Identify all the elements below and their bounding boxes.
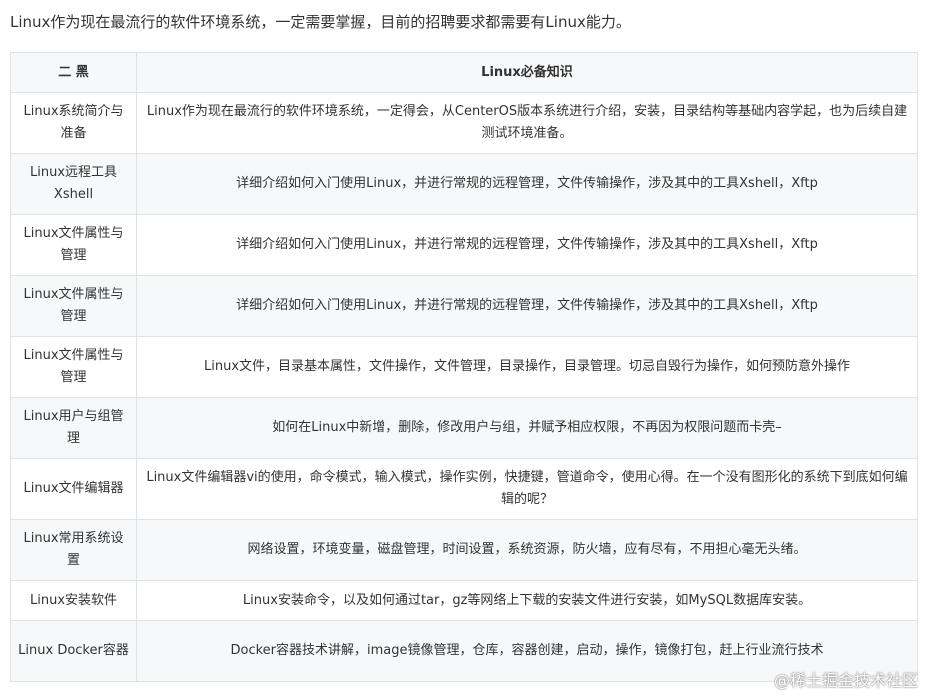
module-cell: Linux文件编辑器 xyxy=(10,458,137,520)
table-row: Linux常用系统设置 网络设置，环境变量，磁盘管理，时间设置，系统资源，防火墙… xyxy=(10,519,918,581)
table-row: Linux安装软件 Linux安装命令，以及如何通过tar，gz等网络上下载的安… xyxy=(10,580,918,621)
content-cell: Linux文件，目录基本属性，文件操作，文件管理，目录操作，目录管理。切忌自毁行… xyxy=(136,336,918,398)
module-cell: Linux系统简介与准备 xyxy=(10,92,137,154)
module-cell: Linux Docker容器 xyxy=(10,620,137,682)
content-cell: Linux作为现在最流行的软件环境系统，一定得会，从CenterOS版本系统进行… xyxy=(136,92,918,154)
module-cell: Linux文件属性与管理 xyxy=(10,336,137,398)
content-cell: 详细介绍如何入门使用Linux，并进行常规的远程管理，文件传输操作，涉及其中的工… xyxy=(136,214,918,276)
column-header-knowledge: Linux必备知识 xyxy=(136,52,918,93)
module-cell: Linux安装软件 xyxy=(10,580,137,621)
table-header-row: 二 黑 Linux必备知识 xyxy=(10,52,918,93)
content-cell: 如何在Linux中新增，删除，修改用户与组，并赋予相应权限，不再因为权限问题而卡… xyxy=(136,397,918,459)
linux-knowledge-table: 二 黑 Linux必备知识 Linux系统简介与准备 Linux作为现在最流行的… xyxy=(10,52,918,682)
table-row: Linux文件属性与管理 详细介绍如何入门使用Linux，并进行常规的远程管理，… xyxy=(10,275,918,337)
table-row: Linux文件属性与管理 Linux文件，目录基本属性，文件操作，文件管理，目录… xyxy=(10,336,918,398)
intro-text: Linux作为现在最流行的软件环境系统，一定需要掌握，目前的招聘要求都需要有Li… xyxy=(10,13,631,31)
content-cell: 网络设置，环境变量，磁盘管理，时间设置，系统资源，防火墙，应有尽有，不用担心毫无… xyxy=(136,519,918,581)
content-cell: Linux文件编辑器vi的使用，命令模式，输入模式，操作实例，快捷键，管道命令，… xyxy=(136,458,918,520)
table-row: Linux用户与组管理 如何在Linux中新增，删除，修改用户与组，并赋予相应权… xyxy=(10,397,918,459)
module-cell: Linux文件属性与管理 xyxy=(10,275,137,337)
module-cell: Linux常用系统设置 xyxy=(10,519,137,581)
watermark: @稀土掘金技术社区 xyxy=(773,671,918,690)
module-cell: Linux用户与组管理 xyxy=(10,397,137,459)
table-row: Linux文件属性与管理 详细介绍如何入门使用Linux，并进行常规的远程管理，… xyxy=(10,214,918,276)
content-cell: 详细介绍如何入门使用Linux，并进行常规的远程管理，文件传输操作，涉及其中的工… xyxy=(136,275,918,337)
table-row: Linux文件编辑器 Linux文件编辑器vi的使用，命令模式，输入模式，操作实… xyxy=(10,458,918,520)
table-row: Linux系统简介与准备 Linux作为现在最流行的软件环境系统，一定得会，从C… xyxy=(10,92,918,154)
table-row: Linux远程工具Xshell 详细介绍如何入门使用Linux，并进行常规的远程… xyxy=(10,153,918,215)
content-cell: 详细介绍如何入门使用Linux，并进行常规的远程管理，文件传输操作，涉及其中的工… xyxy=(136,153,918,215)
content-cell: Linux安装命令，以及如何通过tar，gz等网络上下载的安装文件进行安装，如M… xyxy=(136,580,918,621)
column-header-module: 二 黑 xyxy=(10,52,137,93)
module-cell: Linux远程工具Xshell xyxy=(10,153,137,215)
module-cell: Linux文件属性与管理 xyxy=(10,214,137,276)
